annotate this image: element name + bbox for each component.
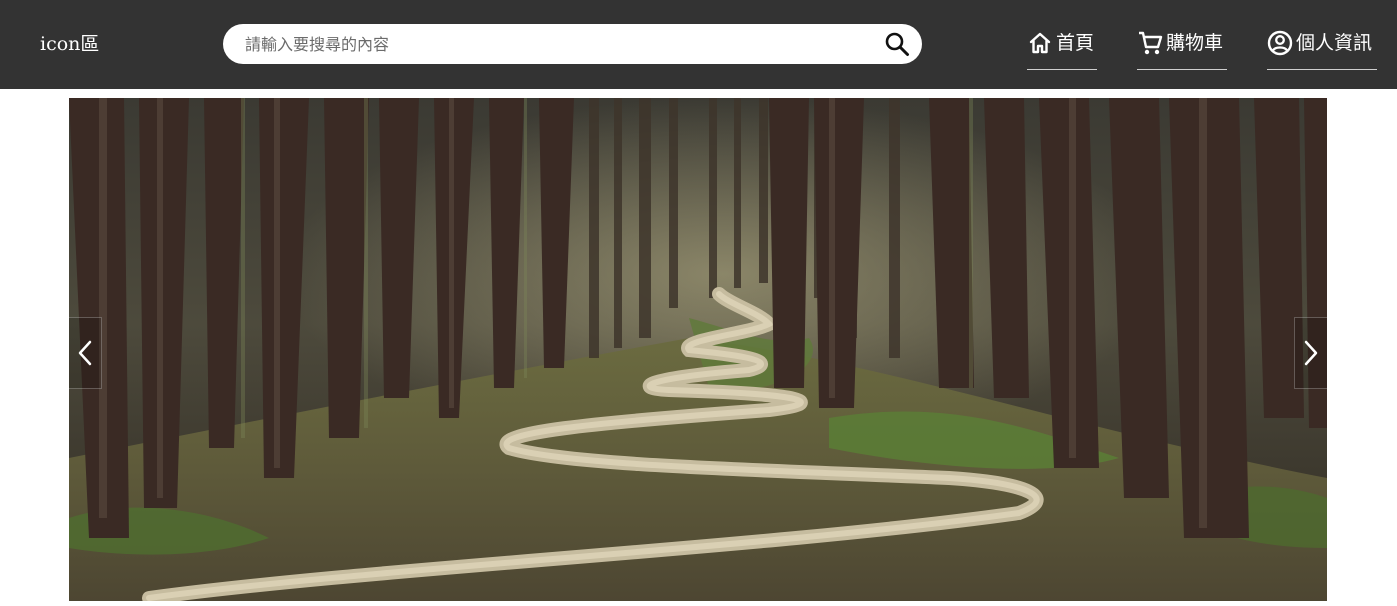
- nav-profile-link[interactable]: 個人資訊: [1267, 28, 1377, 70]
- carousel-prev-button[interactable]: [69, 317, 102, 389]
- brand-logo-text[interactable]: icon區: [40, 31, 99, 57]
- image-carousel: [69, 98, 1327, 601]
- chevron-right-icon: [1304, 340, 1318, 366]
- top-navbar: icon區 首頁 購物車: [0, 0, 1397, 89]
- nav-cart-label: 購物車: [1166, 32, 1224, 54]
- search-icon[interactable]: [884, 31, 910, 57]
- search-input[interactable]: [245, 24, 885, 64]
- nav-home-label: 首頁: [1056, 32, 1095, 54]
- chevron-left-icon: [78, 340, 92, 366]
- nav-cart-link[interactable]: 購物車: [1137, 28, 1227, 70]
- search-bar: [223, 24, 922, 64]
- shopping-cart-icon: [1137, 28, 1163, 58]
- home-icon: [1027, 28, 1053, 58]
- carousel-slide-image: [69, 98, 1327, 601]
- carousel-next-button[interactable]: [1294, 317, 1327, 389]
- user-circle-icon: [1267, 28, 1293, 58]
- nav-home-link[interactable]: 首頁: [1027, 28, 1097, 70]
- nav-profile-label: 個人資訊: [1296, 32, 1373, 54]
